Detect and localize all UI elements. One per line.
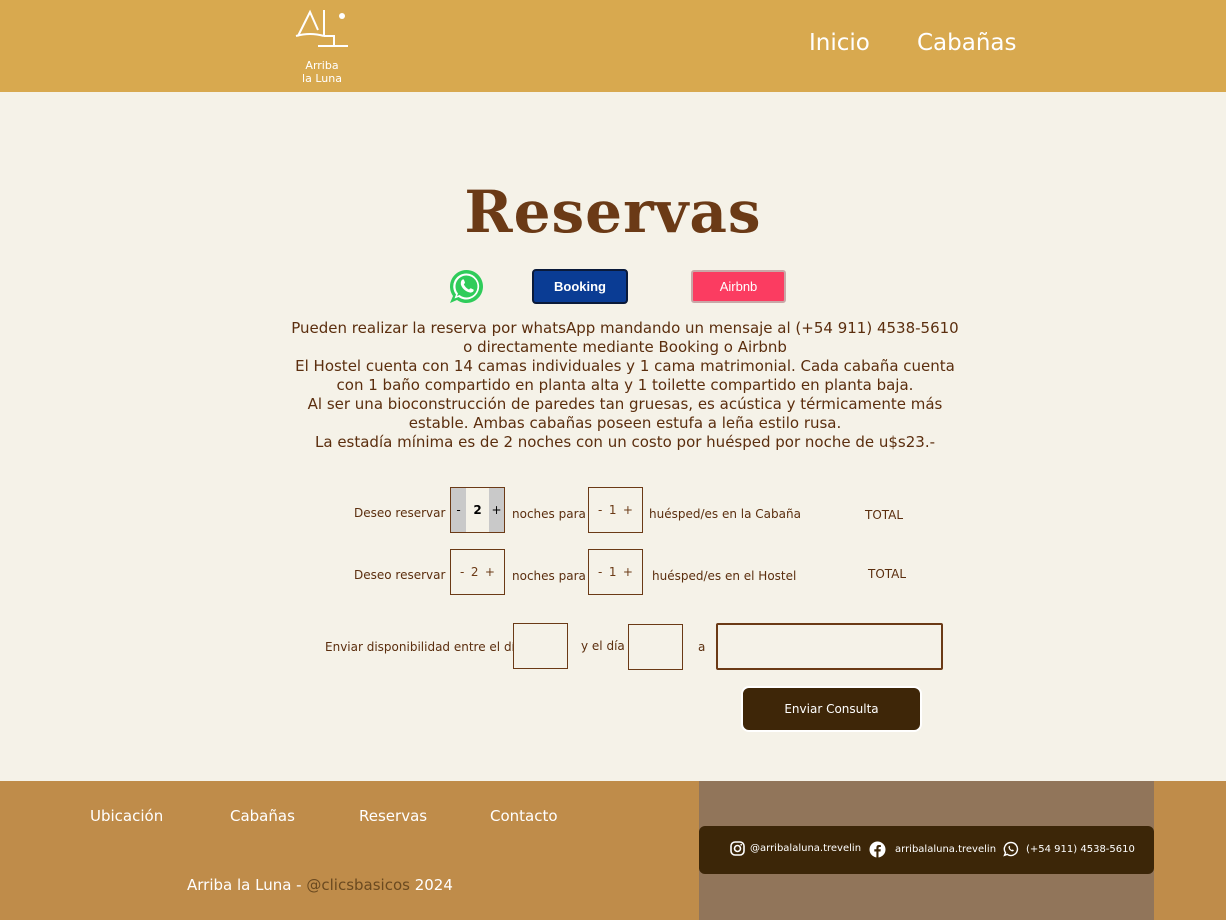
page-title: Reservas <box>464 178 762 246</box>
description-line: Pueden realizar la reserva por whatsApp … <box>291 319 959 337</box>
cabana-guests-stepper[interactable]: - 1 + <box>588 487 643 533</box>
recipient-input[interactable] <box>716 623 943 670</box>
site-header: Arriba la Luna Inicio Cabañas <box>0 0 1226 92</box>
cabana-mid-label: noches para <box>512 507 586 521</box>
hostel-total: TOTAL <box>868 567 907 581</box>
logo-text-line-2: la Luna <box>302 72 342 85</box>
description-line: Al ser una bioconstrucción de paredes ta… <box>307 395 943 413</box>
footer-link-contacto[interactable]: Contacto <box>490 807 558 825</box>
whatsapp-footer-icon <box>1003 841 1019 857</box>
instagram-handle: @arribalaluna.trevelin <box>750 843 862 854</box>
facebook-icon <box>869 841 886 858</box>
cabana-nights-value: 2 <box>473 503 482 517</box>
whatsapp-number: (+54 911) 4538-5610 <box>1026 843 1135 855</box>
hostel-guests-minus-button[interactable]: - <box>598 565 602 579</box>
description-line: La estadía mínima es de 2 noches con un … <box>315 433 935 451</box>
hostel-nights-plus-button[interactable]: + <box>485 565 495 579</box>
social-bar: @arribalaluna.trevelin arribalaluna.trev… <box>699 826 1154 874</box>
hostel-guests-value: 1 <box>608 565 617 579</box>
cabana-nights-plus-button[interactable]: + <box>488 488 504 532</box>
logo-text: Arriba la Luna <box>294 59 350 85</box>
copyright: Arriba la Luna - @clicsbasicos 2024 <box>187 876 453 894</box>
site-footer: Ubicación Cabañas Reservas Contacto Arri… <box>0 781 1226 920</box>
cabana-guests-value: 1 <box>608 503 617 517</box>
cabana-nights-minus-button[interactable]: - <box>451 488 466 532</box>
logo-icon <box>295 9 348 47</box>
hostel-nights-minus-button[interactable]: - <box>460 565 464 579</box>
instagram-link[interactable]: @arribalaluna.trevelin <box>730 841 861 856</box>
cabana-prefix-label: Deseo reservar <box>354 506 446 520</box>
whatsapp-icon[interactable] <box>448 268 485 305</box>
hostel-guests-stepper[interactable]: - 1 + <box>588 549 643 595</box>
description-line: con 1 baño compartido en planta alta y 1… <box>336 376 914 394</box>
hostel-mid-label: noches para <box>512 569 586 583</box>
logo-text-line-1: Arriba <box>305 59 339 72</box>
hostel-nights-value: 2 <box>470 565 479 579</box>
hostel-guests-plus-button[interactable]: + <box>623 565 633 579</box>
cabana-nights-stepper[interactable]: - 2 + <box>450 487 505 533</box>
footer-link-cabanas[interactable]: Cabañas <box>230 807 295 825</box>
cabana-suffix-label: huésped/es en la Cabaña <box>649 507 801 521</box>
instagram-icon <box>730 841 745 856</box>
copyright-year: 2024 <box>409 876 453 894</box>
start-date-input[interactable] <box>513 623 568 669</box>
nav-inicio[interactable]: Inicio <box>809 30 870 56</box>
cabana-total: TOTAL <box>865 508 904 522</box>
copyright-handle[interactable]: @clicsbasicos <box>306 876 410 894</box>
description-line: El Hostel cuenta con 14 camas individual… <box>295 357 955 375</box>
whatsapp-link[interactable]: (+54 911) 4538-5610 <box>1003 841 1135 857</box>
hostel-suffix-label: huésped/es en el Hostel <box>652 569 797 583</box>
copyright-prefix: Arriba la Luna - <box>187 876 307 894</box>
end-date-label: y el día <box>581 639 625 653</box>
footer-link-reservas[interactable]: Reservas <box>359 807 427 825</box>
footer-link-ubicacion[interactable]: Ubicación <box>90 807 163 825</box>
recipient-label: a <box>698 640 706 654</box>
facebook-link[interactable]: arribalaluna.trevelin <box>869 841 996 858</box>
airbnb-button[interactable]: Airbnb <box>691 270 786 303</box>
end-date-input[interactable] <box>628 624 683 670</box>
cabana-guests-plus-button[interactable]: + <box>623 503 633 517</box>
cabana-guests-minus-button[interactable]: - <box>598 503 602 517</box>
hostel-prefix-label: Deseo reservar <box>354 568 446 582</box>
reservation-description: Pueden realizar la reserva por whatsApp … <box>265 319 985 452</box>
description-line: estable. Ambas cabañas poseen estufa a l… <box>408 414 842 432</box>
booking-button[interactable]: Booking <box>532 269 628 304</box>
logo[interactable]: Arriba la Luna <box>294 6 350 86</box>
description-line: o directamente mediante Booking o Airbnb <box>463 338 787 356</box>
nav-cabanas[interactable]: Cabañas <box>917 30 1017 56</box>
availability-label: Enviar disponibilidad entre el día <box>325 640 523 654</box>
facebook-handle: arribalaluna.trevelin <box>895 844 997 855</box>
send-inquiry-button[interactable]: Enviar Consulta <box>741 686 922 732</box>
hostel-nights-stepper[interactable]: - 2 + <box>450 549 505 595</box>
